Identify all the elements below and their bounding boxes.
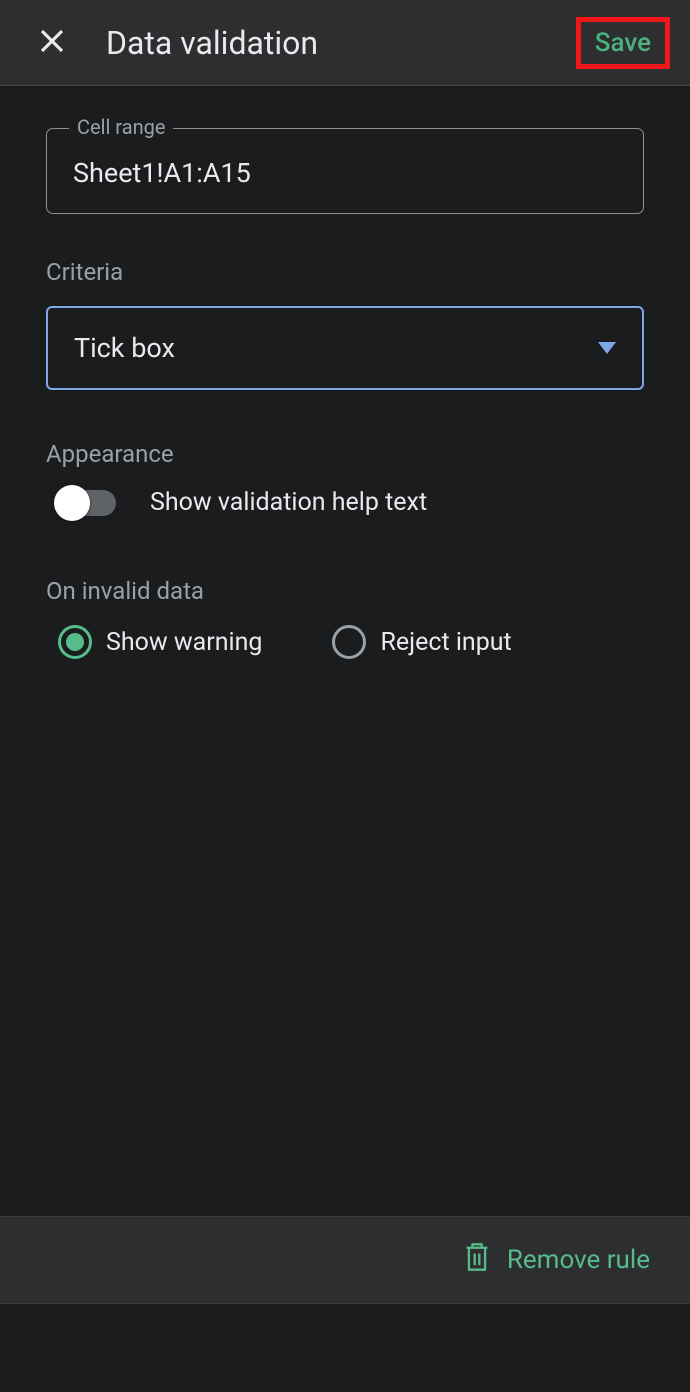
nav-recents-button[interactable] bbox=[161, 1334, 189, 1362]
radio-label: Reject input bbox=[380, 628, 511, 657]
radio-reject-input[interactable]: Reject input bbox=[332, 625, 511, 659]
content: Cell range Sheet1!A1:A15 Criteria Tick b… bbox=[0, 86, 690, 1216]
footer: Remove rule bbox=[0, 1216, 690, 1304]
cell-range-field[interactable]: Cell range Sheet1!A1:A15 bbox=[46, 128, 644, 214]
invalid-data-label: On invalid data bbox=[46, 577, 644, 605]
close-button[interactable] bbox=[30, 21, 74, 65]
help-text-toggle-row: Show validation help text bbox=[46, 488, 644, 517]
invalid-data-options: Show warning Reject input bbox=[46, 625, 644, 659]
toggle-knob bbox=[54, 485, 90, 521]
remove-rule-label: Remove rule bbox=[507, 1245, 650, 1275]
radio-icon-selected bbox=[58, 625, 92, 659]
save-button[interactable]: Save bbox=[595, 28, 651, 58]
criteria-selected: Tick box bbox=[74, 332, 175, 364]
criteria-select[interactable]: Tick box bbox=[46, 306, 644, 390]
criteria-label: Criteria bbox=[46, 258, 644, 286]
help-text-toggle[interactable] bbox=[56, 490, 116, 516]
cell-range-label: Cell range bbox=[69, 115, 173, 139]
radio-show-warning[interactable]: Show warning bbox=[58, 625, 262, 659]
help-text-toggle-label: Show validation help text bbox=[150, 488, 427, 517]
close-icon bbox=[37, 26, 67, 60]
appearance-label: Appearance bbox=[46, 440, 644, 468]
radio-icon bbox=[332, 625, 366, 659]
save-highlight: Save bbox=[576, 17, 670, 69]
remove-rule-button[interactable]: Remove rule bbox=[463, 1242, 650, 1279]
trash-icon bbox=[463, 1242, 491, 1279]
header: Data validation Save bbox=[0, 0, 690, 86]
system-navbar bbox=[0, 1304, 690, 1392]
page-title: Data validation bbox=[106, 24, 576, 62]
chevron-down-icon bbox=[598, 339, 616, 358]
nav-back-button[interactable] bbox=[501, 1334, 529, 1362]
cell-range-value[interactable]: Sheet1!A1:A15 bbox=[73, 157, 617, 189]
nav-home-button[interactable] bbox=[331, 1334, 359, 1362]
radio-label: Show warning bbox=[106, 628, 262, 657]
